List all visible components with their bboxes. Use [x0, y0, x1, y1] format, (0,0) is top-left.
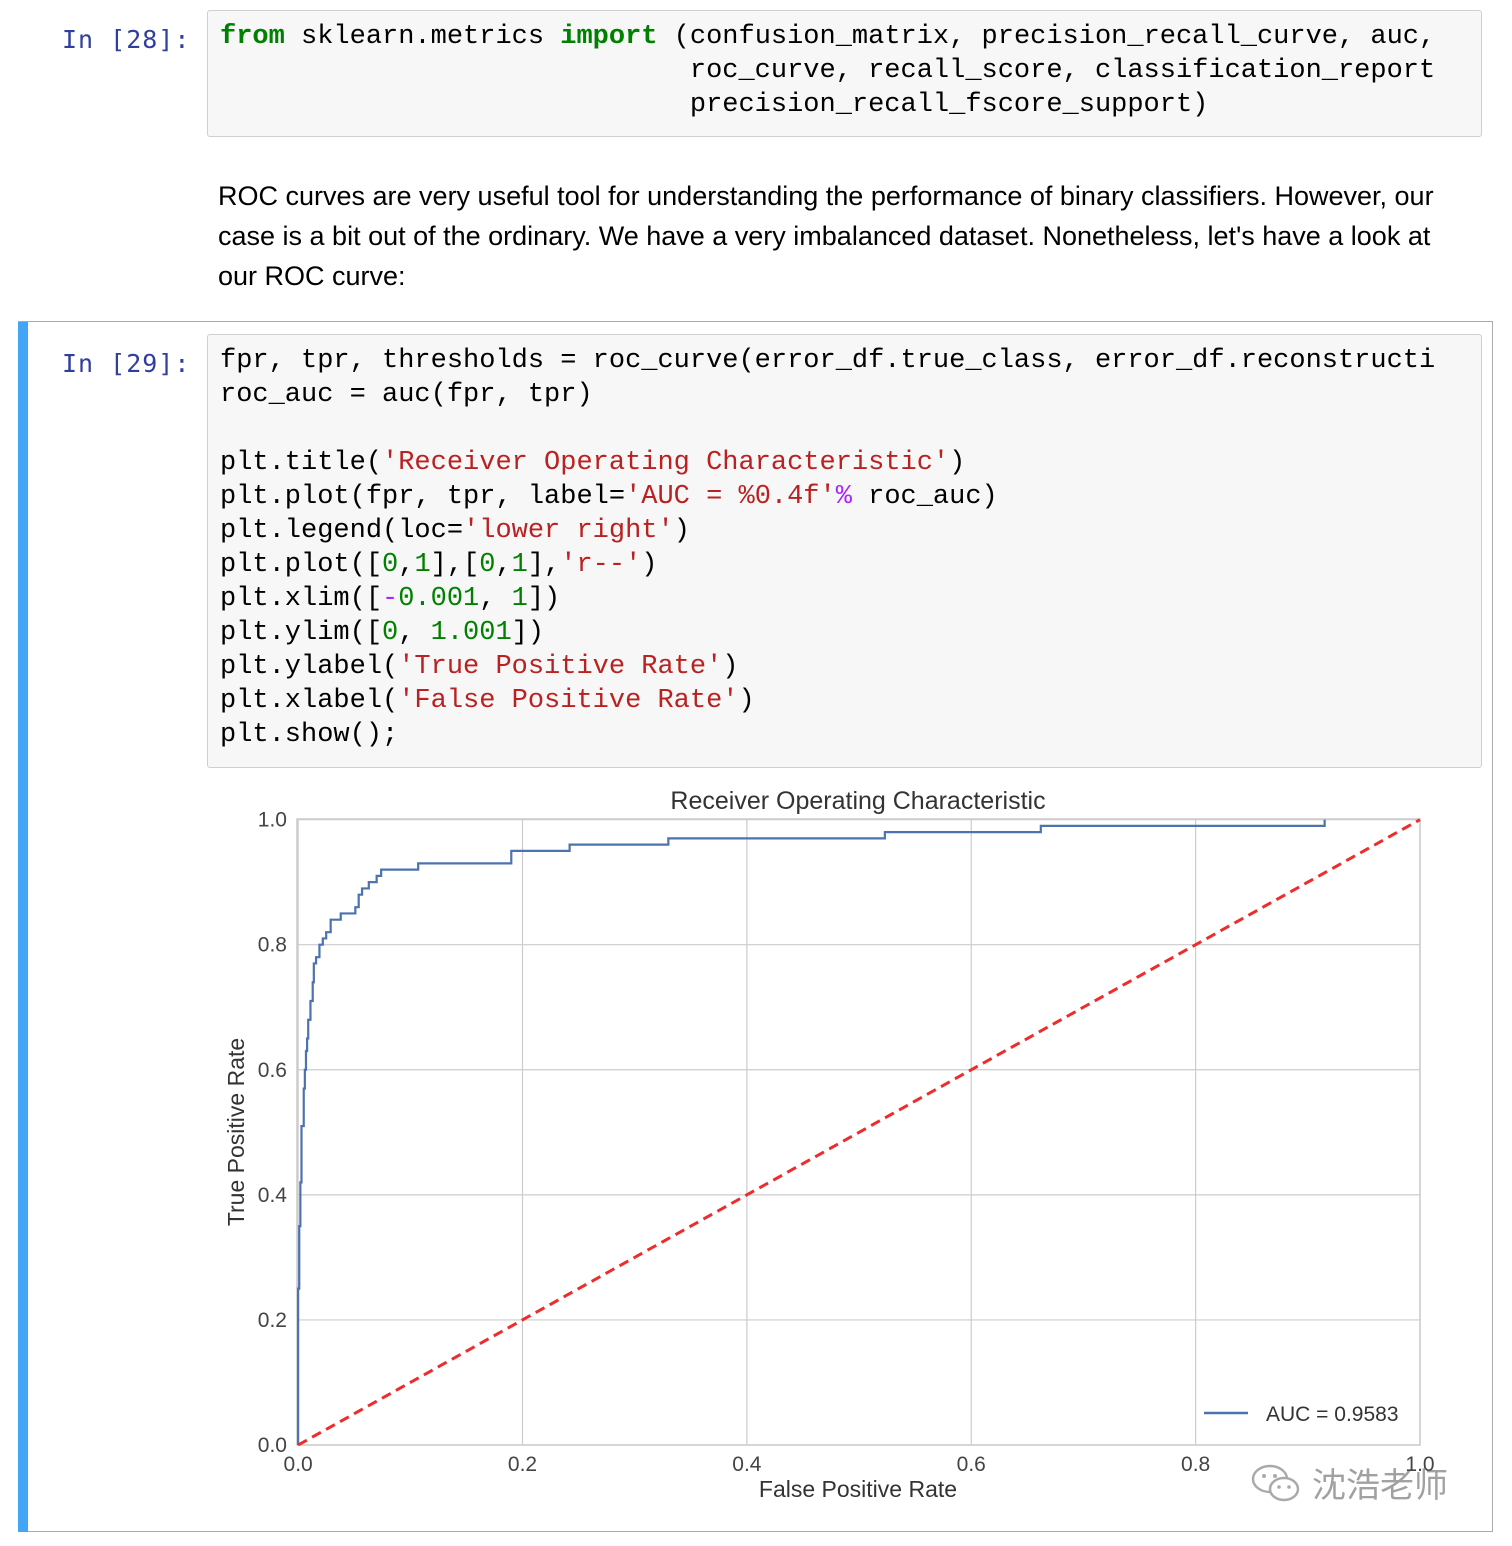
- watermark: 沈浩老师: [1250, 1458, 1448, 1507]
- code-token: roc_auc): [851, 482, 998, 512]
- code-token: (confusion_matrix, precision_recall_curv…: [657, 22, 1436, 52]
- code-token: 1.001: [430, 618, 512, 648]
- cell-29-code: fpr, tpr, thresholds = roc_curve(error_d…: [208, 335, 1481, 752]
- code-token: ,: [495, 550, 512, 580]
- code-token: plt.plot(fpr, tpr, label=: [220, 482, 626, 512]
- y-tick-label: 0.2: [258, 1309, 287, 1332]
- code-token: plt.ylabel(: [220, 652, 399, 682]
- code-token: plt.legend(loc=: [220, 516, 464, 546]
- code-token: 1: [511, 584, 528, 614]
- y-axis-label: True Positive Rate: [223, 1038, 249, 1226]
- roc-curve-line: [297, 819, 1326, 1445]
- code-token: ): [949, 448, 966, 478]
- wechat-icon: [1251, 1464, 1300, 1501]
- cell-28-code: from sklearn.metrics import (confusion_m…: [208, 11, 1481, 122]
- code-token: plt.xlabel(: [220, 686, 399, 716]
- x-tick-label: 0.6: [957, 1453, 986, 1476]
- code-token: 0: [382, 618, 399, 648]
- code-token: roc_auc = auc(fpr, tpr): [220, 380, 593, 410]
- x-tick-label: 0.0: [284, 1453, 313, 1476]
- code-line: from sklearn.metrics import (confusion_m…: [220, 20, 1481, 54]
- watermark-text: 沈浩老师: [1312, 1466, 1448, 1506]
- code-token: roc_curve, recall_score, classification_…: [220, 56, 1436, 86]
- code-token: plt.ylim([: [220, 618, 383, 648]
- cell-29-code-input[interactable]: fpr, tpr, thresholds = roc_curve(error_d…: [207, 334, 1482, 768]
- code-line: plt.title('Receiver Operating Characteri…: [220, 446, 1481, 480]
- y-tick-label: 0.4: [258, 1184, 288, 1207]
- code-token: ],: [527, 550, 561, 580]
- code-token: 0: [382, 550, 399, 580]
- code-line: roc_curve, recall_score, classification_…: [220, 54, 1481, 88]
- x-axis-label: False Positive Rate: [759, 1476, 957, 1502]
- code-token: ): [738, 686, 755, 716]
- code-token: ,: [398, 618, 431, 648]
- y-tick-label: 1.0: [258, 809, 287, 832]
- code-line: fpr, tpr, thresholds = roc_curve(error_d…: [220, 344, 1481, 378]
- code-token: -: [382, 584, 399, 614]
- chart-series: [297, 818, 1421, 1447]
- code-line: plt.legend(loc='lower right'): [220, 514, 1481, 548]
- code-token: 'False Positive Rate': [398, 686, 739, 716]
- cell-28-prompt: In [28]:: [62, 25, 191, 54]
- code-token: from: [220, 22, 285, 52]
- code-line: roc_auc = auc(fpr, tpr): [220, 378, 1481, 412]
- code-token: ],[: [430, 550, 480, 580]
- selected-cell-indicator: [18, 322, 28, 1532]
- chart-ticks: 0.0 0.2 0.4 0.6 0.8 1.00.00.20.40.60.81.0: [258, 809, 1435, 1476]
- y-tick-label: 0.8: [258, 934, 287, 957]
- code-token: ): [641, 550, 658, 580]
- code-token: precision_recall_fscore_support): [220, 90, 1209, 120]
- y-tick-label: 0.0: [258, 1434, 287, 1457]
- chart-legend: AUC = 0.9583: [1204, 1403, 1399, 1426]
- code-line: plt.xlim([-0.001, 1]): [220, 582, 1481, 616]
- code-token: fpr, tpr, thresholds = roc_curve(error_d…: [220, 346, 1436, 376]
- legend-entry: AUC = 0.9583: [1266, 1403, 1399, 1426]
- cell-28-code-input[interactable]: from sklearn.metrics import (confusion_m…: [207, 10, 1482, 137]
- code-token: 'r--': [560, 550, 642, 580]
- code-token: %: [835, 482, 852, 512]
- code-token: ]): [511, 618, 545, 648]
- code-line: plt.xlabel('False Positive Rate'): [220, 684, 1481, 718]
- code-token: plt.title(: [220, 448, 383, 478]
- code-token: sklearn.metrics: [284, 22, 561, 52]
- code-token: ,: [398, 550, 415, 580]
- code-line: plt.show();: [220, 718, 1481, 752]
- code-token: 'True Positive Rate': [398, 652, 723, 682]
- x-tick-label: 0.4: [732, 1453, 762, 1476]
- code-token: plt.plot([: [220, 550, 383, 580]
- code-token: ): [673, 516, 690, 546]
- code-token: ,: [479, 584, 512, 614]
- code-token: 0.001: [398, 584, 480, 614]
- chart-title: Receiver Operating Characteristic: [670, 787, 1045, 815]
- y-tick-label: 0.6: [258, 1059, 287, 1082]
- code-line: plt.plot([0,1],[0,1],'r--'): [220, 548, 1481, 582]
- code-token: plt.show();: [220, 720, 399, 750]
- markdown-paragraph: ROC curves are very useful tool for unde…: [218, 181, 1434, 291]
- code-line: precision_recall_fscore_support): [220, 88, 1481, 122]
- cell-29-prompt: In [29]:: [62, 349, 191, 378]
- code-token: 0: [479, 550, 496, 580]
- code-token: ]): [527, 584, 561, 614]
- diagonal-reference-line: [297, 818, 1421, 1447]
- code-token: 1: [511, 550, 528, 580]
- code-token: ): [722, 652, 739, 682]
- code-token: 1: [414, 550, 431, 580]
- code-token: plt.xlim([: [220, 584, 383, 614]
- code-token: 'AUC = %0.4f': [625, 482, 836, 512]
- code-token: import: [560, 22, 658, 52]
- code-line: plt.plot(fpr, tpr, label='AUC = %0.4f'% …: [220, 480, 1481, 514]
- code-line: plt.ylim([0, 1.001]): [220, 616, 1481, 650]
- x-tick-label: 0.2: [508, 1453, 537, 1476]
- code-token: 'Receiver Operating Characteristic': [382, 448, 950, 478]
- code-line: plt.ylabel('True Positive Rate'): [220, 650, 1481, 684]
- x-tick-label: 0.8: [1181, 1453, 1210, 1476]
- roc-chart: 0.0 0.2 0.4 0.6 0.8 1.00.00.20.40.60.81.0 Rec…: [223, 787, 1435, 1502]
- code-token: 'lower right': [463, 516, 674, 546]
